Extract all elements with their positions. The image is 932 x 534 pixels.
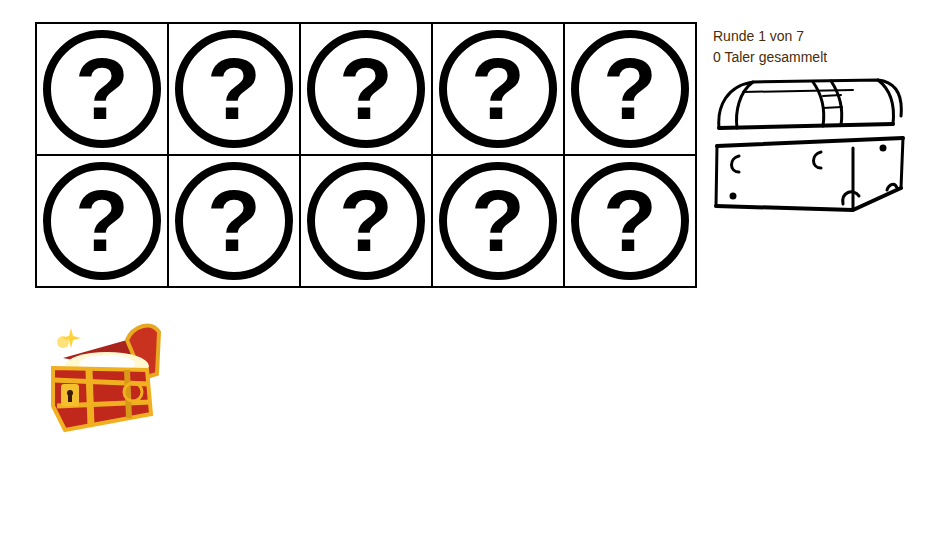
question-mark-icon: ? — [175, 30, 293, 148]
card-cell[interactable]: ? — [565, 24, 695, 154]
card-cell[interactable]: ? — [169, 156, 299, 286]
question-mark-icon: ? — [571, 162, 689, 280]
card-board: ?????????? — [35, 22, 697, 288]
question-mark-icon: ? — [307, 30, 425, 148]
treasure-chest[interactable] — [47, 318, 165, 436]
game-page: ??????????Runde 1 von 70 Taler gesammelt — [0, 0, 932, 534]
card-cell[interactable]: ? — [169, 24, 299, 154]
empty-chest-icon — [713, 76, 907, 218]
round-label: Runde 1 von 7 — [713, 26, 907, 47]
question-mark-icon: ? — [43, 162, 161, 280]
question-mark-icon: ? — [439, 162, 557, 280]
card-cell[interactable]: ? — [37, 156, 167, 286]
card-cell[interactable]: ? — [37, 24, 167, 154]
coins-label: 0 Taler gesammelt — [713, 47, 907, 68]
question-mark-icon: ? — [439, 30, 557, 148]
open-treasure-chest-icon[interactable] — [47, 318, 165, 436]
question-mark-icon: ? — [307, 162, 425, 280]
question-mark-icon: ? — [571, 30, 689, 148]
card-cell[interactable]: ? — [301, 156, 431, 286]
status-panel: Runde 1 von 70 Taler gesammelt — [713, 22, 907, 218]
card-cell[interactable]: ? — [301, 24, 431, 154]
question-mark-icon: ? — [175, 162, 293, 280]
card-cell[interactable]: ? — [433, 156, 563, 286]
chest-sketch — [713, 76, 907, 218]
card-cell[interactable]: ? — [565, 156, 695, 286]
card-cell[interactable]: ? — [433, 24, 563, 154]
question-mark-icon: ? — [43, 30, 161, 148]
top-row: ??????????Runde 1 von 70 Taler gesammelt — [35, 22, 932, 288]
